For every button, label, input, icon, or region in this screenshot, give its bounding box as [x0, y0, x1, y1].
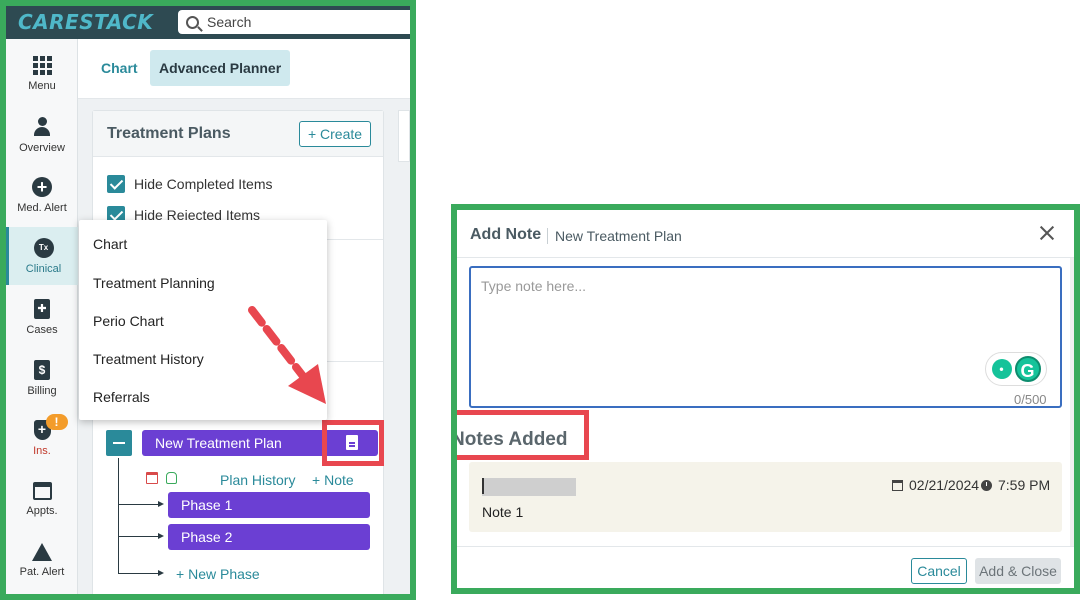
new-phase-label: New Phase: [188, 566, 260, 582]
adjacent-panel-edge: [398, 110, 410, 162]
note-time-text: 7:59 PM: [998, 477, 1051, 493]
modal-footer-divider: [457, 546, 1074, 547]
sidebar-item-billing[interactable]: $ Billing: [6, 349, 78, 407]
phase-bar[interactable]: Phase 2: [168, 524, 370, 550]
sidebar-label: Cases: [26, 323, 58, 336]
sidebar-item-med-alert[interactable]: + Med. Alert: [6, 166, 78, 224]
grid-icon: [32, 56, 52, 75]
sidebar-label: Med. Alert: [17, 201, 67, 214]
character-count: 0/500: [1014, 392, 1047, 407]
sidebar: Menu Overview + Med. Alert Tx Clinical ✚…: [6, 39, 78, 594]
tree-connector: [118, 570, 164, 576]
tooth-icon[interactable]: [166, 472, 177, 484]
tree-connector: [118, 533, 164, 539]
note-date-text: 02/21/2024: [909, 477, 980, 493]
menu-item-perio-chart[interactable]: Perio Chart: [93, 313, 164, 329]
sub-navigation: Chart Advanced Planner: [78, 39, 410, 99]
tx-icon: Tx: [33, 237, 54, 258]
carestack-logo: CARESTACK: [18, 10, 154, 34]
plan-history-link[interactable]: Plan History: [220, 472, 295, 488]
notes-added-heading: Notes Added: [451, 429, 568, 450]
tab-advanced-planner[interactable]: Advanced Planner: [150, 50, 291, 86]
create-label: Create: [320, 126, 363, 142]
add-and-close-button[interactable]: Add & Close: [975, 558, 1061, 584]
add-note-label: Note: [324, 472, 354, 488]
modal-header: Add Note New Treatment Plan: [457, 210, 1074, 258]
hide-completed-checkbox[interactable]: Hide Completed Items: [107, 175, 273, 193]
note-date: 02/21/2024: [892, 477, 979, 493]
red-arrow-icon: [248, 306, 326, 404]
title-separator: [547, 228, 548, 244]
note-time: 7:59 PM: [981, 477, 1050, 493]
create-button[interactable]: + Create: [299, 121, 371, 147]
sidebar-item-appts[interactable]: Appts.: [6, 470, 78, 528]
treatment-plans-header: Treatment Plans + Create: [93, 111, 383, 157]
modal-title: Add Note: [470, 226, 542, 243]
menu-item-treatment-planning[interactable]: Treatment Planning: [93, 275, 215, 291]
alert-triangle-icon: [32, 542, 52, 561]
modal-scrollbar[interactable]: [1070, 258, 1074, 546]
sidebar-item-overview[interactable]: Overview: [6, 106, 78, 164]
clipboard-icon: ✚: [34, 298, 50, 319]
sidebar-item-menu[interactable]: Menu: [6, 45, 78, 103]
menu-item-treatment-history[interactable]: Treatment History: [93, 351, 204, 367]
new-phase-link[interactable]: + New Phase: [176, 566, 260, 582]
redacted-author-name: [482, 478, 576, 496]
alert-badge: !: [45, 413, 68, 430]
add-note-link[interactable]: + Note: [312, 472, 354, 488]
sidebar-item-cases[interactable]: ✚ Cases: [6, 288, 78, 346]
note-button-highlight: [322, 420, 384, 466]
calendar-x-icon[interactable]: [146, 472, 158, 484]
add-note-modal-frame: Add Note New Treatment Plan • G 0/500 No…: [451, 204, 1080, 594]
menu-item-chart[interactable]: Chart: [93, 236, 127, 252]
collapse-button[interactable]: [106, 430, 132, 456]
search-icon: [186, 15, 199, 29]
note-document-button[interactable]: [335, 431, 371, 455]
sidebar-label: Ins.: [33, 444, 51, 457]
calendar-icon: [892, 479, 903, 491]
modal-subtitle: New Treatment Plan: [555, 228, 682, 244]
search-label: Search: [207, 14, 252, 30]
cancel-button[interactable]: Cancel: [911, 558, 967, 584]
note-textarea[interactable]: [469, 266, 1062, 408]
author-name-marker: [482, 478, 484, 494]
sidebar-label: Appts.: [26, 504, 58, 517]
tree-connector: [118, 501, 164, 507]
dollar-document-icon: $: [34, 359, 50, 380]
tree-line: [118, 458, 119, 574]
sidebar-label: Menu: [28, 80, 56, 92]
note-card: 02/21/2024 7:59 PM Note 1: [469, 462, 1062, 532]
sidebar-label: Clinical: [25, 262, 62, 275]
person-icon: [32, 116, 52, 137]
sidebar-label: Billing: [27, 384, 57, 397]
clock-icon: [981, 479, 992, 491]
grammarly-widget[interactable]: • G: [985, 352, 1047, 386]
top-bar: CARESTACK Search: [6, 6, 410, 39]
menu-item-referrals[interactable]: Referrals: [93, 389, 150, 405]
sidebar-label: Pat. Alert: [19, 565, 65, 578]
treatment-plans-title: Treatment Plans: [107, 125, 231, 142]
left-screenshot-frame: CARESTACK Search Menu Overview + Med. Al…: [0, 0, 416, 600]
plus-circle-icon: +: [32, 176, 52, 197]
sidebar-item-insurance[interactable]: + ! Ins.: [6, 409, 78, 467]
search-box[interactable]: Search: [178, 10, 410, 34]
calendar-icon: [32, 481, 52, 500]
sidebar-label: Overview: [19, 141, 65, 154]
plan-mini-icons: [146, 472, 177, 484]
checkbox-checked-icon: [107, 175, 125, 193]
grammarly-icon[interactable]: G: [1014, 356, 1041, 382]
hide-completed-label: Hide Completed Items: [134, 176, 273, 192]
phase-bar[interactable]: Phase 1: [168, 492, 370, 518]
note-text: Note 1: [482, 504, 524, 520]
lightbulb-icon[interactable]: •: [991, 359, 1012, 379]
sidebar-item-pat-alert[interactable]: Pat. Alert: [6, 531, 78, 589]
close-icon[interactable]: [1038, 224, 1056, 242]
tab-chart[interactable]: Chart: [92, 50, 147, 86]
sidebar-item-clinical[interactable]: Tx Clinical: [6, 227, 78, 285]
